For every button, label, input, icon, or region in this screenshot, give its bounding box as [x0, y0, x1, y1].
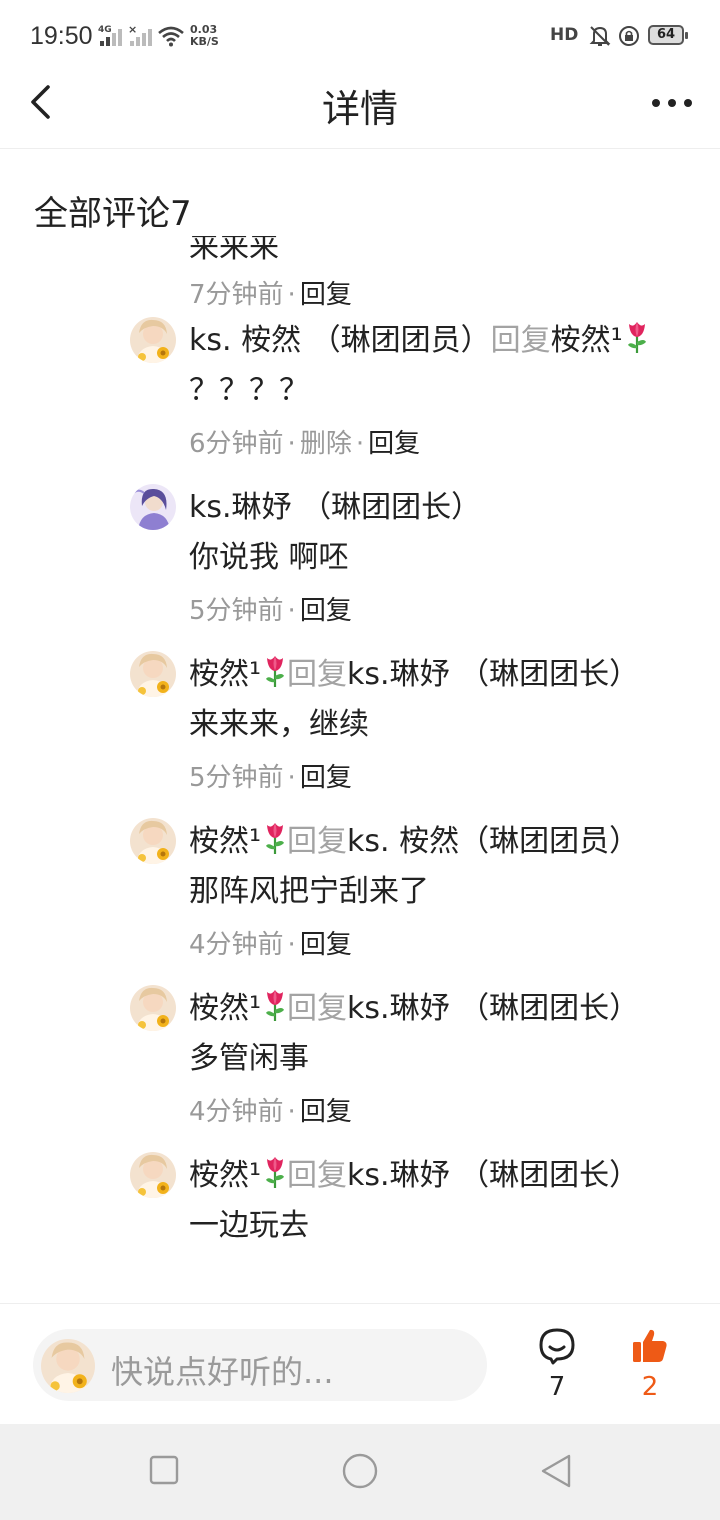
- tulip-icon: [263, 988, 287, 1022]
- reply-time: 6分钟前: [189, 429, 284, 459]
- reply-time: 4分钟前: [189, 930, 284, 960]
- bell-muted-icon: [589, 26, 611, 46]
- reply-header: 桉然¹ 回复ks.琳妤 （琳团团长）: [189, 983, 639, 1027]
- reply-time: 4分钟前: [189, 1097, 284, 1127]
- title-bar: 详情: [0, 70, 720, 149]
- reply-to-label: 回复: [287, 991, 348, 1026]
- back-triangle-icon[interactable]: [538, 1452, 574, 1490]
- reply-header: ks.琳妤 （琳团团长）: [189, 482, 481, 526]
- like-button[interactable]: 2: [625, 1326, 675, 1402]
- more-options-icon[interactable]: [648, 88, 696, 118]
- network-speed: 0.03 KB/S: [190, 24, 219, 48]
- network-speed-unit: KB/S: [190, 35, 219, 48]
- battery-indicator: 64: [648, 25, 688, 45]
- reply-target-name[interactable]: ks. 桉然（琳团团员）: [347, 824, 639, 859]
- tulip-icon: [263, 1155, 287, 1189]
- tulip-icon: [263, 821, 287, 855]
- author-name[interactable]: 桉然¹: [189, 824, 261, 859]
- reply-time: 5分钟前: [189, 763, 284, 793]
- avatar: [41, 1339, 95, 1393]
- reply-content: 那阵风把宁刮来了: [189, 874, 429, 909]
- home-icon[interactable]: [341, 1452, 379, 1490]
- list-item: ks.琳妤 （琳团团长） 你说我 啊呸 5分钟前 · 回复: [0, 472, 720, 639]
- avatar[interactable]: [130, 985, 176, 1031]
- reply-to-label: 回复: [287, 657, 348, 692]
- author-name[interactable]: 桉然¹: [189, 1158, 261, 1193]
- reply-meta: 5分钟前 · 回复: [189, 763, 352, 793]
- list-item: 来来来 7分钟前 · 回复: [0, 236, 720, 310]
- reply-target-name[interactable]: ks.琳妤 （琳团团长）: [347, 657, 639, 692]
- reply-content: 多管闲事: [189, 1041, 309, 1076]
- tulip-icon: [625, 320, 649, 354]
- reply-button[interactable]: 回复: [300, 763, 352, 793]
- signal-2-icon: [130, 26, 152, 46]
- reply-content: 一边玩去: [189, 1208, 309, 1243]
- reply-target-name[interactable]: ks.琳妤 （琳团团长）: [347, 991, 639, 1026]
- signal-1-icon: [100, 26, 122, 46]
- reply-button[interactable]: 回复: [300, 596, 352, 626]
- system-nav-bar: [0, 1424, 720, 1520]
- reply-to-label: 回复: [490, 323, 551, 358]
- rotation-lock-icon: [619, 26, 639, 46]
- page-title: 详情: [321, 87, 398, 131]
- avatar[interactable]: [130, 1152, 176, 1198]
- list-item: ks. 桉然 （琳团团员）回复桉然¹ ？？？？ 6分钟前 · 删除 · 回复: [0, 305, 720, 472]
- avatar[interactable]: [130, 484, 176, 530]
- comments-section-title: 全部评论7: [34, 194, 192, 234]
- reply-to-label: 回复: [287, 1158, 348, 1193]
- status-time: 19:50: [30, 22, 93, 50]
- comment-count-button[interactable]: 7: [532, 1326, 582, 1402]
- wifi-icon: [158, 26, 184, 47]
- reply-button[interactable]: 回复: [368, 429, 420, 459]
- delete-button[interactable]: 删除: [300, 429, 352, 459]
- avatar[interactable]: [130, 317, 176, 363]
- list-item: 桉然¹ 回复ks. 桉然（琳团团员） 那阵风把宁刮来了 4分钟前 · 回复: [0, 806, 720, 973]
- avatar[interactable]: [130, 818, 176, 864]
- reply-header: 桉然¹ 回复ks.琳妤 （琳团团长）: [189, 649, 639, 693]
- reply-list[interactable]: 来来来 7分钟前 · 回复 ks. 桉然 （琳团团员）回复桉然¹ ？？？？ 6分钟前…: [0, 236, 720, 1302]
- comment-input-placeholder: 快说点好听的...: [111, 1353, 334, 1391]
- tulip-icon: [263, 654, 287, 688]
- author-name[interactable]: ks.琳妤 （琳团团长）: [189, 490, 481, 525]
- reply-header: 桉然¹ 回复ks.琳妤 （琳团团长）: [189, 1150, 639, 1194]
- like-count: 2: [641, 1372, 659, 1402]
- reply-button[interactable]: 回复: [300, 930, 352, 960]
- thumbs-up-icon: [633, 1329, 667, 1362]
- author-name[interactable]: ks. 桉然 （琳团团员）: [189, 323, 491, 358]
- reply-to-label: 回复: [287, 824, 348, 859]
- list-item: 桉然¹ 回复ks.琳妤 （琳团团长） 一边玩去: [0, 1140, 720, 1302]
- reply-content: 来来来: [189, 236, 279, 265]
- reply-header: ks. 桉然 （琳团团员）回复桉然¹: [189, 315, 649, 359]
- recent-apps-icon[interactable]: [148, 1454, 180, 1486]
- reply-button[interactable]: 回复: [300, 1097, 352, 1127]
- comment-input[interactable]: 快说点好听的...: [33, 1329, 487, 1401]
- reply-target-name[interactable]: ks.琳妤 （琳团团长）: [347, 1158, 639, 1193]
- hd-icon: HD: [550, 25, 579, 45]
- reply-target-name[interactable]: 桉然¹: [551, 323, 623, 358]
- status-bar: 19:50 4G × 0.03 KB/S HD 64: [0, 0, 720, 70]
- reply-time: 5分钟前: [189, 596, 284, 626]
- avatar[interactable]: [130, 651, 176, 697]
- author-name[interactable]: 桉然¹: [189, 991, 261, 1026]
- reply-meta: 6分钟前 · 删除 · 回复: [189, 429, 421, 459]
- list-item: 桉然¹ 回复ks.琳妤 （琳团团长） 来来来，继续 5分钟前 · 回复: [0, 639, 720, 806]
- comment-bar: 快说点好听的... 7 2: [0, 1303, 720, 1424]
- reply-meta: 5分钟前 · 回复: [189, 596, 352, 626]
- reply-content: 你说我 啊呸: [189, 540, 349, 575]
- comment-bubble-icon: [539, 1328, 575, 1365]
- reply-content: 来来来，继续: [189, 707, 369, 742]
- reply-header: 桉然¹ 回复ks. 桉然（琳团团员）: [189, 816, 639, 860]
- reply-meta: 4分钟前 · 回复: [189, 1097, 352, 1127]
- reply-meta: 4分钟前 · 回复: [189, 930, 352, 960]
- list-item: 桉然¹ 回复ks.琳妤 （琳团团长） 多管闲事 4分钟前 · 回复: [0, 973, 720, 1140]
- comment-count: 7: [548, 1372, 566, 1402]
- author-name[interactable]: 桉然¹: [189, 657, 261, 692]
- reply-content: ？？？？: [189, 373, 309, 408]
